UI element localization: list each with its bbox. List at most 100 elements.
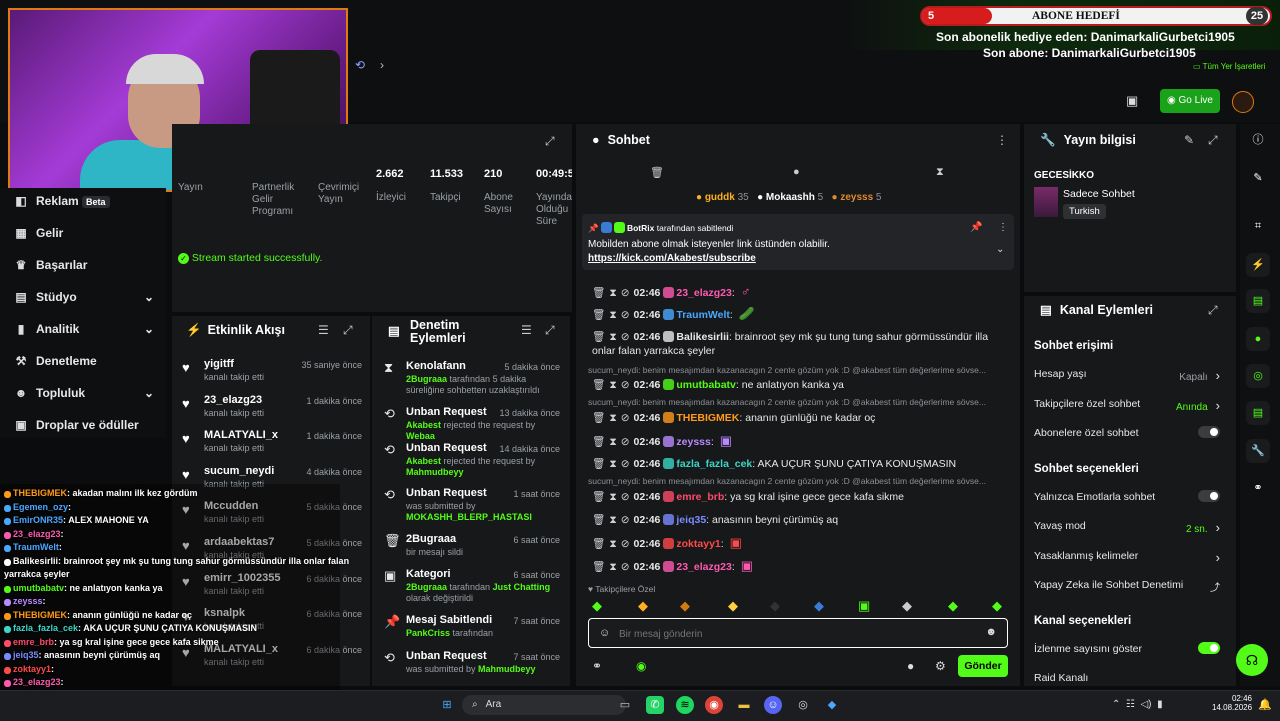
hourglass-icon[interactable]: ⧗ bbox=[609, 379, 616, 391]
sidebar-item-revenue[interactable]: ▦ Gelir bbox=[14, 218, 63, 248]
trash-icon[interactable]: 🗑 bbox=[592, 514, 605, 526]
chat-username[interactable]: zeysss bbox=[676, 436, 710, 448]
pinned-link[interactable]: https://kick.com/Akabest/subscribe bbox=[588, 253, 756, 264]
trash-icon[interactable]: 🗑 bbox=[650, 166, 664, 179]
capture-icon[interactable]: ⌗ bbox=[1246, 214, 1270, 238]
emote-icon[interactable]: ◆ bbox=[992, 598, 1002, 614]
hourglass-icon[interactable]: ⧗ bbox=[609, 309, 616, 321]
sidebar-item-studio[interactable]: ▤ Stüdyo ⌄ bbox=[14, 282, 154, 312]
notification-icon[interactable]: 🔔 bbox=[1258, 698, 1272, 711]
sidebar-item-ads[interactable]: ◧ Reklam Beta bbox=[14, 186, 110, 216]
channel-option[interactable]: Yasaklanmış kelimeler › bbox=[1034, 550, 1224, 565]
trash-icon[interactable]: 🗑 bbox=[592, 538, 605, 550]
moderation-actor[interactable]: Akabest bbox=[406, 420, 441, 430]
chat-username[interactable]: 23_elazg23 bbox=[676, 287, 731, 299]
activity-user[interactable]: 23_elazg23 bbox=[204, 394, 262, 406]
chat-bubble-icon[interactable]: ● bbox=[1246, 327, 1270, 351]
chat-message[interactable]: 🗑 ⧗ ⊘ 02:46 zoktayy1: ▣ bbox=[592, 536, 1012, 551]
ban-icon[interactable]: ⊘ bbox=[621, 331, 630, 343]
chat-message[interactable]: 🗑 ⧗ ⊘ 02:46 23_elazg23: ♂ bbox=[592, 285, 1012, 300]
go-live-button[interactable]: ◉ Go Live bbox=[1160, 89, 1220, 113]
emote-icon[interactable]: ◆ bbox=[902, 598, 912, 614]
chrome-icon[interactable]: ◉ bbox=[705, 696, 723, 714]
activity-item[interactable]: ♥ MALATYALI_x kanalı takip etti 1 dakika ön… bbox=[172, 429, 372, 465]
chat-message[interactable]: 🗑 ⧗ ⊘ 02:46 umutbabatv: ne anlatıyon kanka y… bbox=[592, 378, 1012, 392]
moderation-item[interactable]: ▣ Kategori 6 saat önce 2Bugraaa tarafından … bbox=[378, 568, 568, 603]
chat-bubble-icon[interactable]: ● bbox=[907, 659, 914, 673]
moderation-actor[interactable]: Akabest bbox=[406, 456, 441, 466]
chat-username[interactable]: THEBIGMEK bbox=[676, 412, 739, 424]
chat-message[interactable]: 🗑 ⧗ ⊘ 02:46 TraumWelt: 🥒 bbox=[592, 307, 1012, 322]
start-icon[interactable]: ⊞ bbox=[438, 696, 456, 714]
emote-icon[interactable]: ◆ bbox=[814, 598, 824, 614]
folder-icon[interactable]: ▬ bbox=[735, 696, 753, 714]
chat-username[interactable]: emre_brb bbox=[676, 491, 724, 503]
hourglass-icon[interactable]: ⧗ bbox=[609, 491, 616, 503]
moderation-item[interactable]: ⟲ Unban Request 7 saat önce was submitted b… bbox=[378, 650, 568, 684]
bookmarks-link[interactable]: ▭ Tüm Yer İşaretleri bbox=[1193, 62, 1265, 71]
ban-icon[interactable]: ⊘ bbox=[621, 309, 630, 321]
stream-tag[interactable]: Turkish bbox=[1063, 204, 1106, 219]
ban-icon[interactable]: ⊘ bbox=[621, 412, 630, 424]
gifter-1[interactable]: ● guddk bbox=[696, 192, 735, 203]
chat-message[interactable]: 🗑 ⧗ ⊘ 02:46 emre_brb: ya sg kral işine gece … bbox=[592, 490, 1012, 504]
trash-icon[interactable]: 🗑 bbox=[592, 379, 605, 391]
taskbar-search[interactable]: ⌕ Ara bbox=[462, 695, 626, 715]
chat-bubble-icon[interactable]: ● bbox=[793, 166, 800, 178]
popout-icon[interactable]: ⤢ bbox=[545, 323, 555, 338]
moderation-actor[interactable]: MOKASHH_BLERP_HASTASI bbox=[406, 512, 532, 522]
hourglass-icon[interactable]: ⧗ bbox=[936, 166, 944, 179]
sidebar-item-analytics[interactable]: ▮ Analitik ⌄ bbox=[14, 314, 154, 344]
channel-option[interactable]: Yavaş mod 2 sn. › bbox=[1034, 520, 1224, 535]
ban-icon[interactable]: ⊘ bbox=[621, 436, 630, 448]
share-icon[interactable]: ⚭ bbox=[1246, 476, 1270, 500]
unpin-icon[interactable]: 📌 bbox=[970, 222, 982, 233]
gifter-2[interactable]: ● Mokaashh bbox=[757, 192, 815, 203]
external-link-icon[interactable]: ⤴ bbox=[1210, 579, 1220, 594]
emote-icon[interactable]: ◆ bbox=[680, 598, 690, 614]
sidebar-item-moderation[interactable]: ⚒ Denetleme bbox=[14, 346, 97, 376]
obs-icon[interactable]: ◎ bbox=[794, 696, 812, 714]
chat-input[interactable] bbox=[617, 625, 961, 643]
ban-icon[interactable]: ⊘ bbox=[621, 458, 630, 470]
emote-icon[interactable]: ◆ bbox=[948, 598, 958, 614]
channel-option[interactable]: Yapay Zeka ile Sohbet Denetimi ⤴ bbox=[1034, 579, 1224, 594]
popout-icon[interactable]: ⤢ bbox=[1208, 133, 1218, 148]
emote-icon[interactable]: ◆ bbox=[592, 598, 602, 614]
chat-username[interactable]: TraumWelt bbox=[676, 309, 729, 321]
sidebar-item-achievements[interactable]: ♛ Başarılar bbox=[14, 250, 88, 280]
chat-message[interactable]: 🗑 ⧗ ⊘ 02:46 jeiq35: anasının beyni çürümüş a… bbox=[592, 513, 1012, 527]
popout-icon[interactable]: ⤢ bbox=[343, 323, 353, 338]
ban-icon[interactable]: ⊘ bbox=[621, 379, 630, 391]
moderation-actor[interactable]: Mahmudbeyy bbox=[478, 664, 536, 674]
toggle-switch[interactable] bbox=[1198, 641, 1220, 654]
chevron-right-icon[interactable]: › bbox=[380, 58, 384, 72]
chat-username[interactable]: fazla_fazla_cek bbox=[676, 458, 752, 470]
channel-option[interactable]: Yalnızca Emotlarla sohbet bbox=[1034, 489, 1224, 505]
emote-icon[interactable]: ◆ bbox=[638, 598, 648, 614]
moderation-item[interactable]: ⟲ Unban Request 14 dakika önce Akabest reje… bbox=[378, 442, 568, 477]
stream-category[interactable]: Sadece Sohbet bbox=[1063, 188, 1135, 200]
smile-icon[interactable]: ☺ bbox=[599, 627, 610, 639]
hourglass-icon[interactable]: ⧗ bbox=[609, 538, 616, 550]
clipboard-icon[interactable]: ▤ bbox=[1246, 289, 1270, 313]
activity-user[interactable]: MALATYALI_x bbox=[204, 429, 278, 441]
emote-icon[interactable]: ◆ bbox=[770, 598, 780, 614]
activity-item[interactable]: ♥ yigitff kanalı takip etti 35 saniye önce bbox=[172, 358, 372, 394]
channel-option[interactable]: İzlenme sayısını göster bbox=[1034, 641, 1224, 657]
emote-icon[interactable]: ▣ bbox=[858, 598, 870, 614]
hourglass-icon[interactable]: ⧗ bbox=[609, 561, 616, 573]
steam-icon[interactable]: ◆ bbox=[823, 696, 841, 714]
profile-avatar[interactable] bbox=[1232, 91, 1254, 113]
moderation-actor[interactable]: Just Chatting bbox=[493, 582, 551, 592]
popout-icon[interactable]: ⤢ bbox=[1208, 303, 1218, 318]
ban-icon[interactable]: ⊘ bbox=[621, 561, 630, 573]
channel-option-value[interactable]: › bbox=[1208, 550, 1220, 565]
hourglass-icon[interactable]: ⧗ bbox=[609, 458, 616, 470]
hourglass-icon[interactable]: ⧗ bbox=[609, 514, 616, 526]
trash-icon[interactable]: 🗑 bbox=[592, 491, 605, 503]
chat-message[interactable]: 🗑 ⧗ ⊘ 02:46 fazla_fazla_cek: AKA UÇUR ŞUNU Ç… bbox=[592, 457, 1012, 471]
moderation-item[interactable]: ⟲ Unban Request 13 dakika önce Akabest reje… bbox=[378, 406, 568, 441]
kick-icon[interactable]: ◉ bbox=[636, 659, 646, 673]
trash-icon[interactable]: 🗑 bbox=[592, 458, 605, 470]
